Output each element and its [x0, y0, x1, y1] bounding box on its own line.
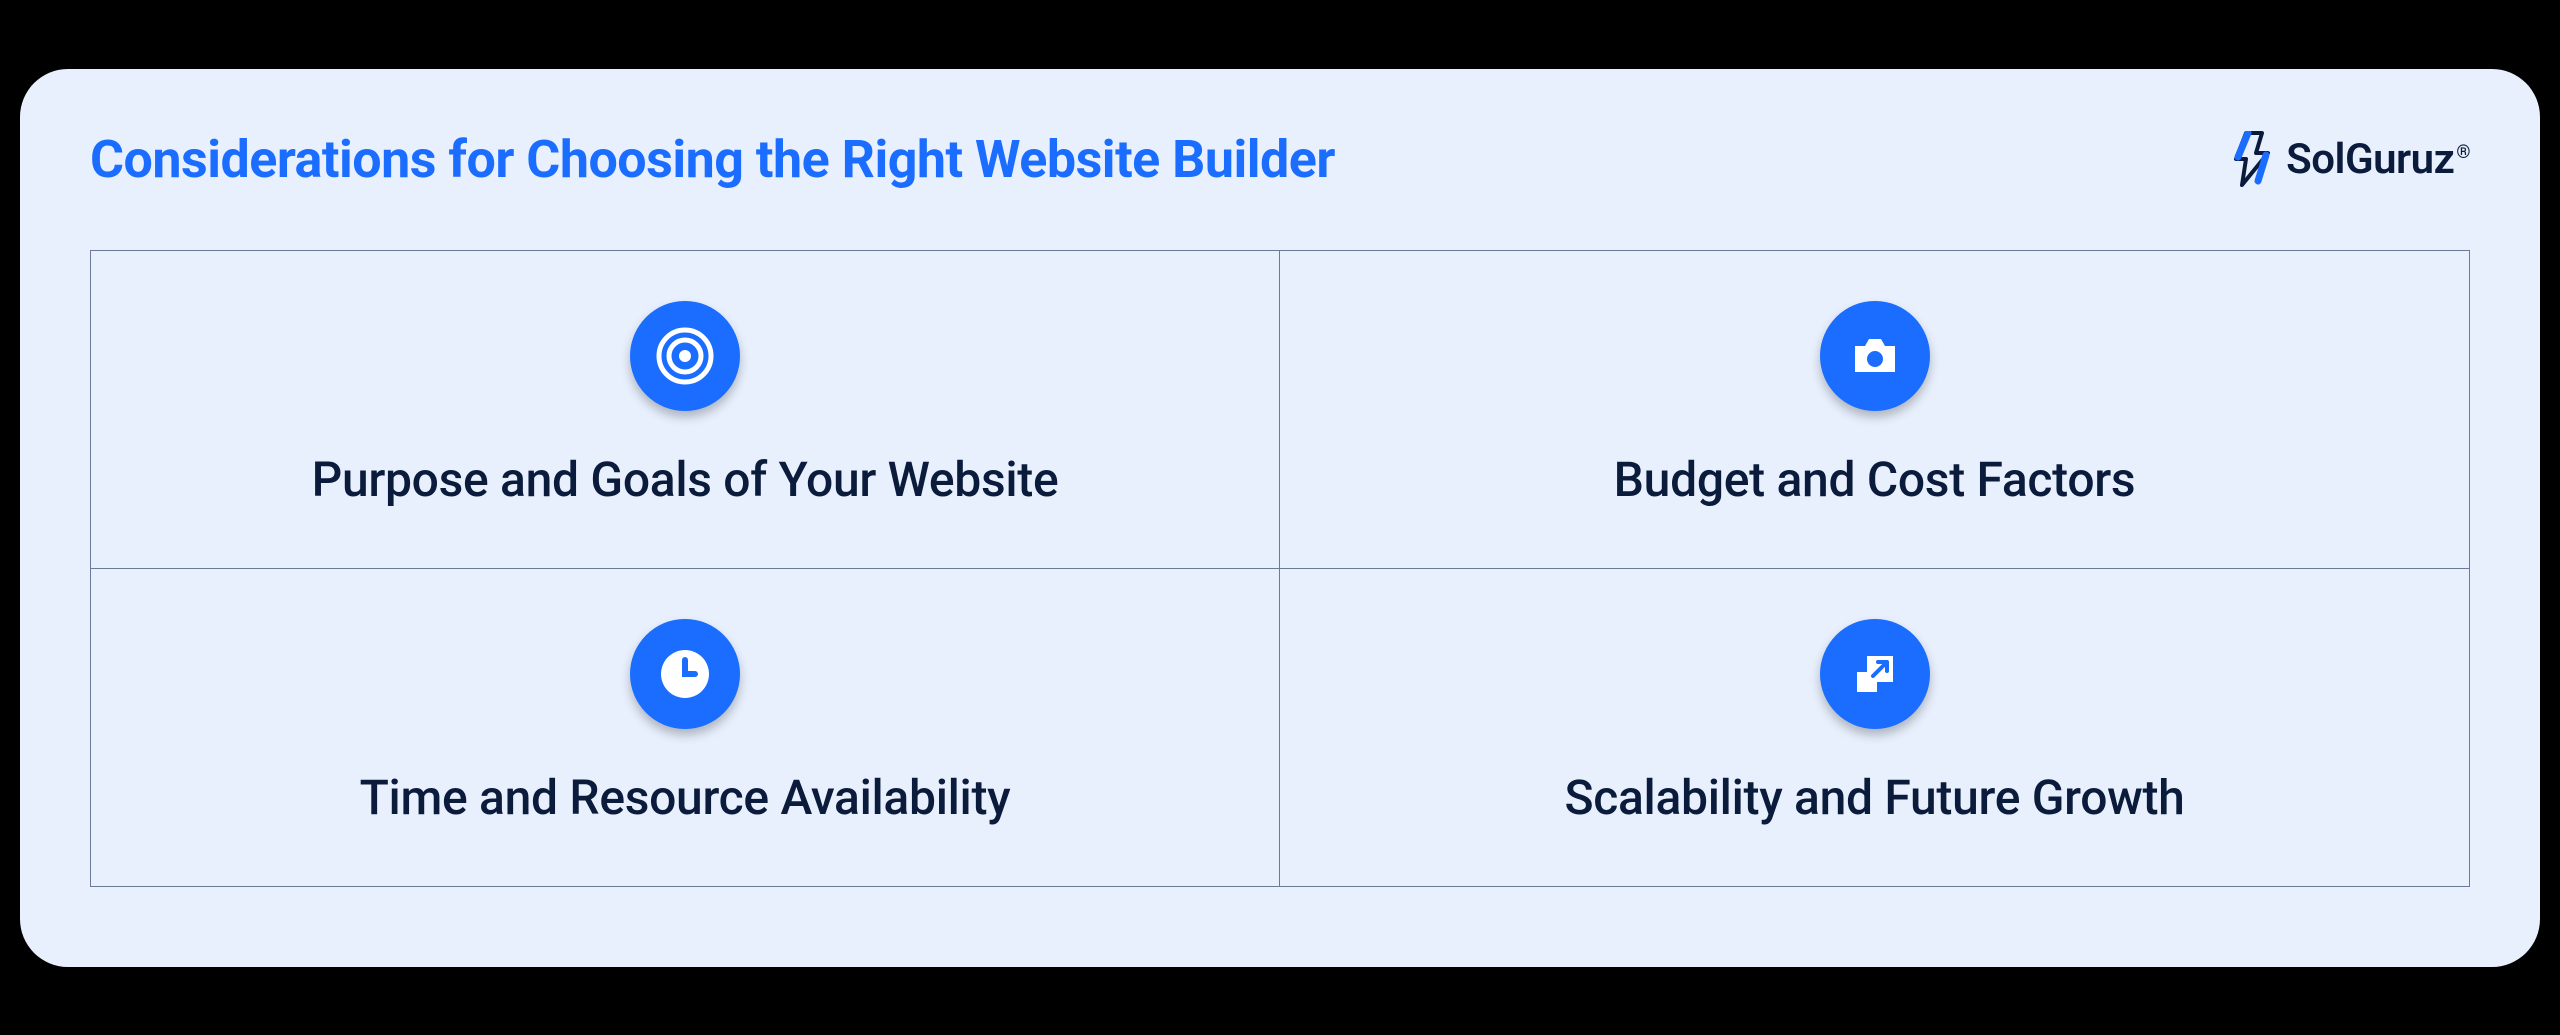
- consideration-cell-budget: Budget and Cost Factors: [1280, 251, 2469, 569]
- target-icon: [630, 301, 740, 411]
- card-title: Considerations for Choosing the Right We…: [90, 129, 1335, 190]
- consideration-cell-scalability: Scalability and Future Growth: [1280, 569, 2469, 886]
- brand-logo: SolGuruz®: [2228, 131, 2470, 187]
- consideration-label: Scalability and Future Growth: [1564, 769, 2184, 826]
- consideration-label: Purpose and Goals of Your Website: [312, 451, 1059, 508]
- clock-icon: [630, 619, 740, 729]
- considerations-grid: Purpose and Goals of Your Website Budget…: [90, 250, 2470, 887]
- consideration-label: Time and Resource Availability: [360, 769, 1011, 826]
- consideration-cell-time: Time and Resource Availability: [91, 569, 1280, 886]
- info-card: Considerations for Choosing the Right We…: [20, 69, 2540, 967]
- brand-mark-icon: [2228, 131, 2276, 187]
- brand-name: SolGuruz®: [2286, 135, 2470, 184]
- consideration-label: Budget and Cost Factors: [1614, 451, 2136, 508]
- card-header: Considerations for Choosing the Right We…: [90, 129, 2470, 190]
- consideration-cell-purpose: Purpose and Goals of Your Website: [91, 251, 1280, 569]
- expand-icon: [1820, 619, 1930, 729]
- camera-icon: [1820, 301, 1930, 411]
